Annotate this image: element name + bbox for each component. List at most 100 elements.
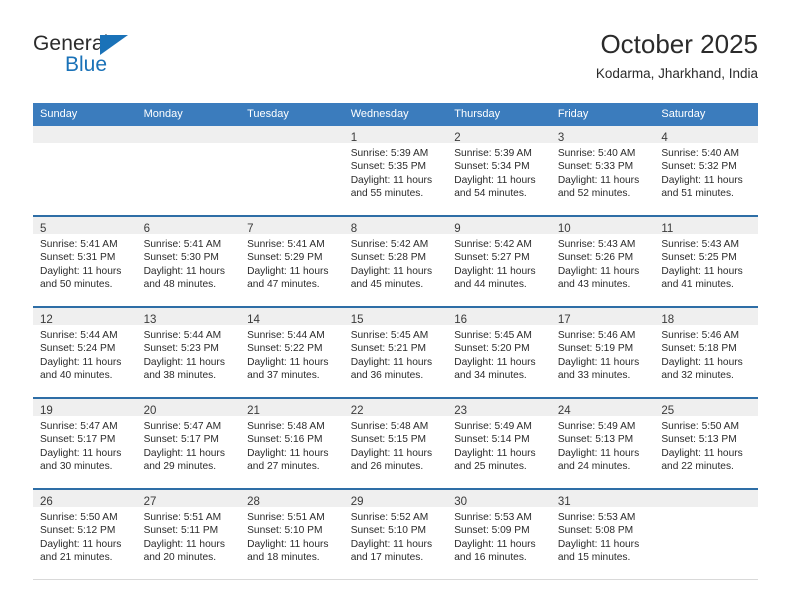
sunrise-text: Sunrise: 5:47 AM: [40, 421, 118, 432]
day-number-band: [136, 126, 241, 143]
calendar-day-cell[interactable]: 22 Sunrise: 5:48 AM Sunset: 5:15 PM Dayligh…: [343, 397, 448, 489]
day-details: Sunrise: 5:46 AM Sunset: 5:18 PM Daylight:…: [654, 325, 758, 383]
day-number-band: 4: [654, 126, 758, 144]
day-number-band: 6: [136, 217, 241, 235]
daylight-text-line2: and 24 minutes.: [557, 461, 631, 473]
calendar-day-cell[interactable]: 27 Sunrise: 5:51 AM Sunset: 5:11 PM Dayligh…: [136, 488, 241, 580]
sunset-text: Sunset: 5:20 PM: [454, 343, 530, 355]
sunrise-text: Sunrise: 5:44 AM: [40, 330, 118, 341]
calendar-day-cell[interactable]: 4 Sunrise: 5:40 AM Sunset: 5:32 PM Daylight…: [654, 126, 758, 216]
sunset-text: Sunset: 5:27 PM: [454, 252, 530, 264]
calendar-day-cell[interactable]: 8 Sunrise: 5:42 AM Sunset: 5:28 PM Daylight…: [343, 215, 448, 307]
sunrise-text: Sunrise: 5:39 AM: [350, 148, 429, 159]
calendar-day-cell[interactable]: 23 Sunrise: 5:49 AM Sunset: 5:14 PM Dayligh…: [447, 397, 551, 489]
page-header: General Blue October 2025 Kodarma, Jhark…: [33, 28, 758, 96]
day-details: Sunrise: 5:45 AM Sunset: 5:20 PM Daylight:…: [447, 325, 551, 383]
calendar-day-cell[interactable]: 21 Sunrise: 5:48 AM Sunset: 5:16 PM Dayligh…: [240, 397, 344, 489]
day-number-band: 30: [447, 490, 551, 508]
daylight-text-line2: and 41 minutes.: [661, 279, 734, 291]
daylight-text-line1: Daylight: 11 hours: [557, 538, 640, 550]
sunset-text: Sunset: 5:08 PM: [557, 525, 634, 537]
calendar-day-cell[interactable]: 1 Sunrise: 5:39 AM Sunset: 5:35 PM Daylight…: [343, 126, 448, 216]
daylight-text-line2: and 30 minutes.: [40, 461, 113, 473]
page-title: October 2025: [600, 29, 758, 59]
day-number: 18: [661, 314, 675, 326]
sunrise-text: Sunrise: 5:41 AM: [247, 239, 325, 250]
daylight-text-line1: Daylight: 11 hours: [350, 174, 433, 186]
weekday-header-thursday: Thursday: [447, 103, 551, 126]
calendar-day-cell[interactable]: 9 Sunrise: 5:42 AM Sunset: 5:27 PM Daylight…: [447, 215, 551, 307]
day-details: Sunrise: 5:50 AM Sunset: 5:13 PM Daylight:…: [654, 416, 758, 474]
daylight-text-line1: Daylight: 11 hours: [247, 265, 329, 277]
sunset-text: Sunset: 5:31 PM: [40, 252, 116, 264]
calendar-day-cell[interactable]: 26 Sunrise: 5:50 AM Sunset: 5:12 PM Dayligh…: [33, 488, 137, 580]
daylight-text-line2: and 44 minutes.: [454, 279, 527, 291]
calendar-day-cell[interactable]: 19 Sunrise: 5:47 AM Sunset: 5:17 PM Dayligh…: [33, 397, 137, 489]
daylight-text-line1: Daylight: 11 hours: [143, 265, 225, 277]
sunset-text: Sunset: 5:18 PM: [661, 343, 737, 355]
calendar-day-cell[interactable]: 2 Sunrise: 5:39 AM Sunset: 5:34 PM Daylight…: [447, 126, 551, 216]
day-details: Sunrise: 5:47 AM Sunset: 5:17 PM Daylight:…: [33, 416, 137, 474]
calendar-day-cell[interactable]: 11 Sunrise: 5:43 AM Sunset: 5:25 PM Dayligh…: [654, 215, 758, 307]
calendar-day-cell[interactable]: 10 Sunrise: 5:43 AM Sunset: 5:26 PM Dayligh…: [550, 215, 655, 307]
calendar-day-cell[interactable]: 30 Sunrise: 5:53 AM Sunset: 5:09 PM Dayligh…: [447, 488, 551, 580]
daylight-text-line2: and 33 minutes.: [557, 370, 631, 382]
daylight-text-line2: and 17 minutes.: [350, 552, 424, 564]
daylight-text-line1: Daylight: 11 hours: [661, 174, 743, 186]
day-number: 30: [454, 496, 468, 508]
calendar-day-cell[interactable]: 24 Sunrise: 5:49 AM Sunset: 5:13 PM Dayligh…: [550, 397, 655, 489]
day-number-band: [240, 126, 344, 143]
daylight-text-line2: and 43 minutes.: [557, 279, 631, 291]
calendar-day-cell[interactable]: 5 Sunrise: 5:41 AM Sunset: 5:31 PM Daylight…: [33, 215, 137, 307]
day-number-band: 16: [447, 308, 551, 326]
daylight-text-line2: and 25 minutes.: [454, 461, 527, 473]
day-number: 11: [661, 223, 674, 235]
calendar-day-cell[interactable]: 6 Sunrise: 5:41 AM Sunset: 5:30 PM Daylight…: [136, 215, 241, 307]
sunrise-text: Sunrise: 5:49 AM: [557, 421, 636, 432]
calendar-day-cell[interactable]: 25 Sunrise: 5:50 AM Sunset: 5:13 PM Dayligh…: [654, 397, 758, 489]
daylight-text-line1: Daylight: 11 hours: [350, 265, 433, 277]
calendar-day-cell[interactable]: 14 Sunrise: 5:44 AM Sunset: 5:22 PM Dayligh…: [240, 306, 344, 398]
daylight-text-line2: and 51 minutes.: [661, 188, 734, 200]
day-number-band: 29: [343, 490, 448, 508]
calendar-day-cell[interactable]: 12 Sunrise: 5:44 AM Sunset: 5:24 PM Dayligh…: [33, 306, 137, 398]
sunset-text: Sunset: 5:09 PM: [454, 525, 530, 537]
day-details: Sunrise: 5:44 AM Sunset: 5:24 PM Daylight:…: [33, 325, 137, 383]
calendar-week-row: 19 Sunrise: 5:47 AM Sunset: 5:17 PM Dayligh…: [33, 397, 758, 489]
calendar-day-cell[interactable]: 15 Sunrise: 5:45 AM Sunset: 5:21 PM Dayligh…: [343, 306, 448, 398]
sunrise-text: Sunrise: 5:42 AM: [454, 239, 532, 250]
sunrise-text: Sunrise: 5:53 AM: [454, 512, 532, 523]
daylight-text-line2: and 26 minutes.: [350, 461, 424, 473]
calendar-day-cell[interactable]: 16 Sunrise: 5:45 AM Sunset: 5:20 PM Dayligh…: [447, 306, 551, 398]
day-number-band: 15: [343, 308, 448, 326]
month-calendar-table: Sunday Monday Tuesday Wednesday Thursday…: [33, 103, 758, 580]
daylight-text-line2: and 22 minutes.: [661, 461, 734, 473]
calendar-day-cell[interactable]: 17 Sunrise: 5:46 AM Sunset: 5:19 PM Dayligh…: [550, 306, 655, 398]
day-number-band: 28: [240, 490, 344, 508]
sunrise-text: Sunrise: 5:45 AM: [350, 330, 429, 341]
sunrise-text: Sunrise: 5:43 AM: [557, 239, 636, 250]
sunrise-text: Sunrise: 5:48 AM: [350, 421, 429, 432]
day-number-band: 2: [447, 126, 551, 144]
day-details: Sunrise: 5:53 AM Sunset: 5:09 PM Daylight:…: [447, 507, 551, 565]
calendar-day-cell[interactable]: 13 Sunrise: 5:44 AM Sunset: 5:23 PM Dayligh…: [136, 306, 241, 398]
calendar-day-cell[interactable]: 7 Sunrise: 5:41 AM Sunset: 5:29 PM Daylight…: [240, 215, 344, 307]
day-number: 21: [247, 405, 260, 417]
weekday-header-tuesday: Tuesday: [240, 103, 344, 126]
calendar-day-cell[interactable]: 18 Sunrise: 5:46 AM Sunset: 5:18 PM Dayligh…: [654, 306, 758, 398]
general-blue-logo[interactable]: General Blue: [33, 32, 203, 88]
calendar-day-cell[interactable]: 28 Sunrise: 5:51 AM Sunset: 5:10 PM Dayligh…: [240, 488, 344, 580]
day-number-band: 1: [343, 126, 448, 144]
day-details: Sunrise: 5:48 AM Sunset: 5:16 PM Daylight:…: [240, 416, 344, 474]
daylight-text-line2: and 20 minutes.: [143, 552, 217, 564]
calendar-day-cell[interactable]: 20 Sunrise: 5:47 AM Sunset: 5:17 PM Dayligh…: [136, 397, 241, 489]
daylight-text-line1: Daylight: 11 hours: [143, 538, 225, 550]
day-number: 6: [143, 223, 150, 235]
calendar-day-cell[interactable]: 31 Sunrise: 5:53 AM Sunset: 5:08 PM Dayligh…: [550, 488, 655, 580]
sunrise-text: Sunrise: 5:53 AM: [557, 512, 636, 523]
day-number-band: 25: [654, 399, 758, 417]
calendar-day-cell[interactable]: 3 Sunrise: 5:40 AM Sunset: 5:33 PM Daylight…: [550, 126, 655, 216]
calendar-day-cell[interactable]: 29 Sunrise: 5:52 AM Sunset: 5:10 PM Dayligh…: [343, 488, 448, 580]
day-number-band: 13: [136, 308, 241, 326]
day-number-band: 5: [33, 217, 137, 235]
